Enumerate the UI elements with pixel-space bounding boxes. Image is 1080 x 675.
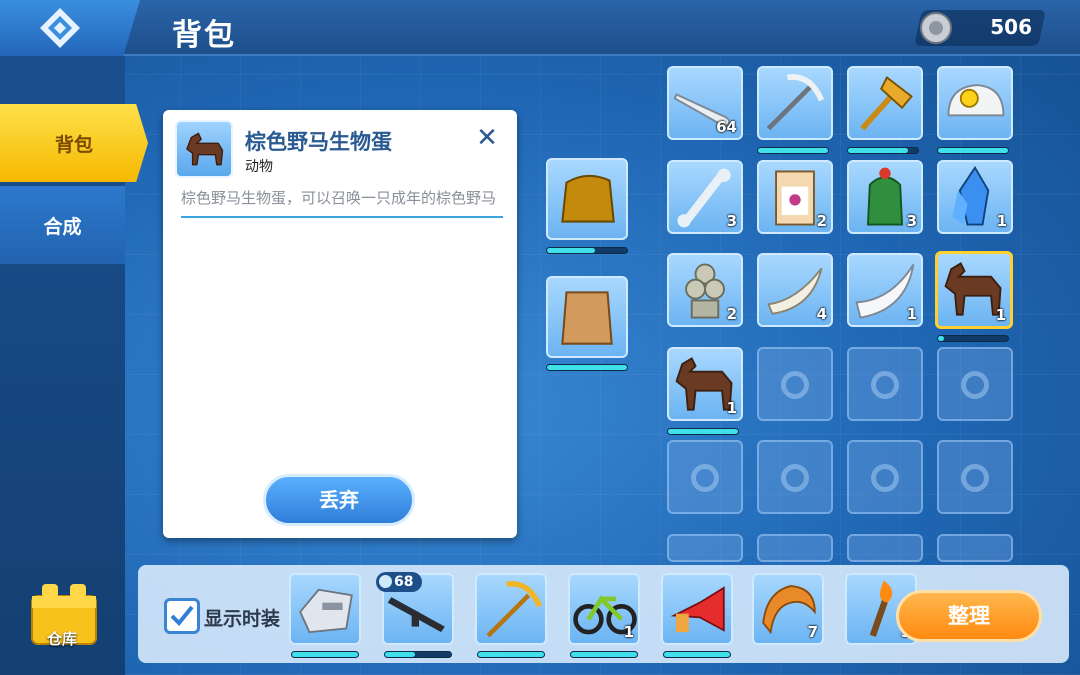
- gear-coin-icon: [920, 12, 952, 44]
- item-detail-card: 棕色野马生物蛋 动物 ✕ 棕色野马生物蛋，可以召唤一只成年的棕色野马 丢弃: [163, 110, 517, 538]
- inventory-slot[interactable]: 1: [847, 253, 923, 327]
- back-button[interactable]: [0, 0, 140, 56]
- helmet-icon: [561, 174, 615, 223]
- hotbar-slot[interactable]: 1: [568, 573, 640, 645]
- hotbar-durability: [663, 651, 731, 658]
- empty-slot[interactable]: [667, 440, 743, 514]
- empty-slot[interactable]: [847, 347, 923, 421]
- inventory-slot[interactable]: 64: [667, 66, 743, 140]
- empty-slot[interactable]: [847, 534, 923, 562]
- close-icon[interactable]: ✕: [473, 124, 501, 152]
- item-count: 4: [816, 305, 827, 323]
- armor-icon: [561, 291, 613, 345]
- miner-helmet-icon: [947, 84, 1005, 117]
- inventory-slot[interactable]: [937, 66, 1013, 140]
- item-count: 1: [623, 623, 634, 641]
- equip-durability: [546, 247, 628, 254]
- inventory-slot[interactable]: 1: [667, 347, 743, 421]
- empty-slot[interactable]: [757, 534, 833, 562]
- item-thumbnail: [175, 120, 233, 178]
- equip-slot-armor[interactable]: [546, 276, 628, 358]
- item-category: 动物: [245, 159, 273, 175]
- item-durability: [847, 147, 919, 154]
- show-fashion-label: 显示时装: [204, 608, 281, 630]
- item-count: 64: [716, 118, 737, 136]
- ammo-badge: 68: [376, 572, 422, 592]
- item-count: 3: [906, 212, 917, 230]
- inventory-slot[interactable]: 2: [667, 253, 743, 327]
- empty-slot[interactable]: [667, 534, 743, 562]
- show-fashion-checkbox[interactable]: [164, 598, 200, 634]
- item-description: 棕色野马生物蛋，可以召唤一只成年的棕色野马: [181, 188, 503, 218]
- checkmark-icon: [170, 605, 194, 626]
- equip-durability: [546, 364, 628, 371]
- ammo-count: 68: [394, 574, 414, 590]
- item-count: 7: [807, 623, 818, 641]
- inventory-slot[interactable]: 3: [667, 160, 743, 234]
- currency-value: 506: [990, 15, 1032, 39]
- item-count: 3: [726, 212, 737, 230]
- empty-slot[interactable]: [937, 440, 1013, 514]
- item-durability: [937, 335, 1009, 342]
- tidy-button[interactable]: 整理: [896, 590, 1042, 642]
- item-count: 1: [726, 399, 737, 417]
- horse-icon: [186, 132, 224, 166]
- tab-backpack[interactable]: 背包: [0, 104, 148, 182]
- inventory-slot[interactable]: 4: [757, 253, 833, 327]
- item-durability: [757, 147, 829, 154]
- item-durability: [937, 147, 1009, 154]
- golden-pickaxe-icon: [486, 580, 543, 638]
- empty-slot[interactable]: [757, 440, 833, 514]
- item-count: 2: [726, 305, 737, 323]
- inventory-slot[interactable]: [847, 66, 923, 140]
- item-count: 1: [906, 305, 917, 323]
- equip-slot-helmet[interactable]: [546, 158, 628, 240]
- inventory-slot[interactable]: 1: [937, 160, 1013, 234]
- hotbar-slot[interactable]: [661, 573, 733, 645]
- inventory-slot[interactable]: [757, 66, 833, 140]
- megaphone-icon: [670, 586, 725, 633]
- empty-slot[interactable]: [757, 347, 833, 421]
- inventory-slot-selected[interactable]: 1: [935, 251, 1013, 329]
- hotbar-slot[interactable]: [289, 573, 361, 645]
- empty-slot[interactable]: [937, 534, 1013, 562]
- gauntlet-icon: [299, 588, 353, 634]
- item-count: 2: [816, 212, 827, 230]
- warehouse-label: 仓库: [46, 630, 77, 648]
- item-durability: [667, 428, 739, 435]
- empty-slot[interactable]: [847, 440, 923, 514]
- hotbar-slot[interactable]: 7: [752, 573, 824, 645]
- inventory-slot[interactable]: 2: [757, 160, 833, 234]
- hotbar-durability: [570, 651, 638, 658]
- axe-icon: [860, 76, 913, 131]
- hotbar-slot[interactable]: [475, 573, 547, 645]
- page-title: 背包: [172, 18, 236, 53]
- discard-button[interactable]: 丢弃: [263, 474, 415, 526]
- pickaxe-icon: [766, 74, 825, 131]
- tab-crafting[interactable]: 合成: [0, 186, 125, 264]
- inventory-slot[interactable]: 3: [847, 160, 923, 234]
- hotbar-durability: [477, 651, 545, 658]
- item-count: 1: [996, 212, 1007, 230]
- back-icon: [40, 8, 80, 48]
- empty-slot[interactable]: [937, 347, 1013, 421]
- item-count: 1: [995, 306, 1006, 324]
- hotbar-durability: [291, 651, 359, 658]
- item-name: 棕色野马生物蛋: [245, 130, 392, 154]
- hotbar-durability: [384, 651, 452, 658]
